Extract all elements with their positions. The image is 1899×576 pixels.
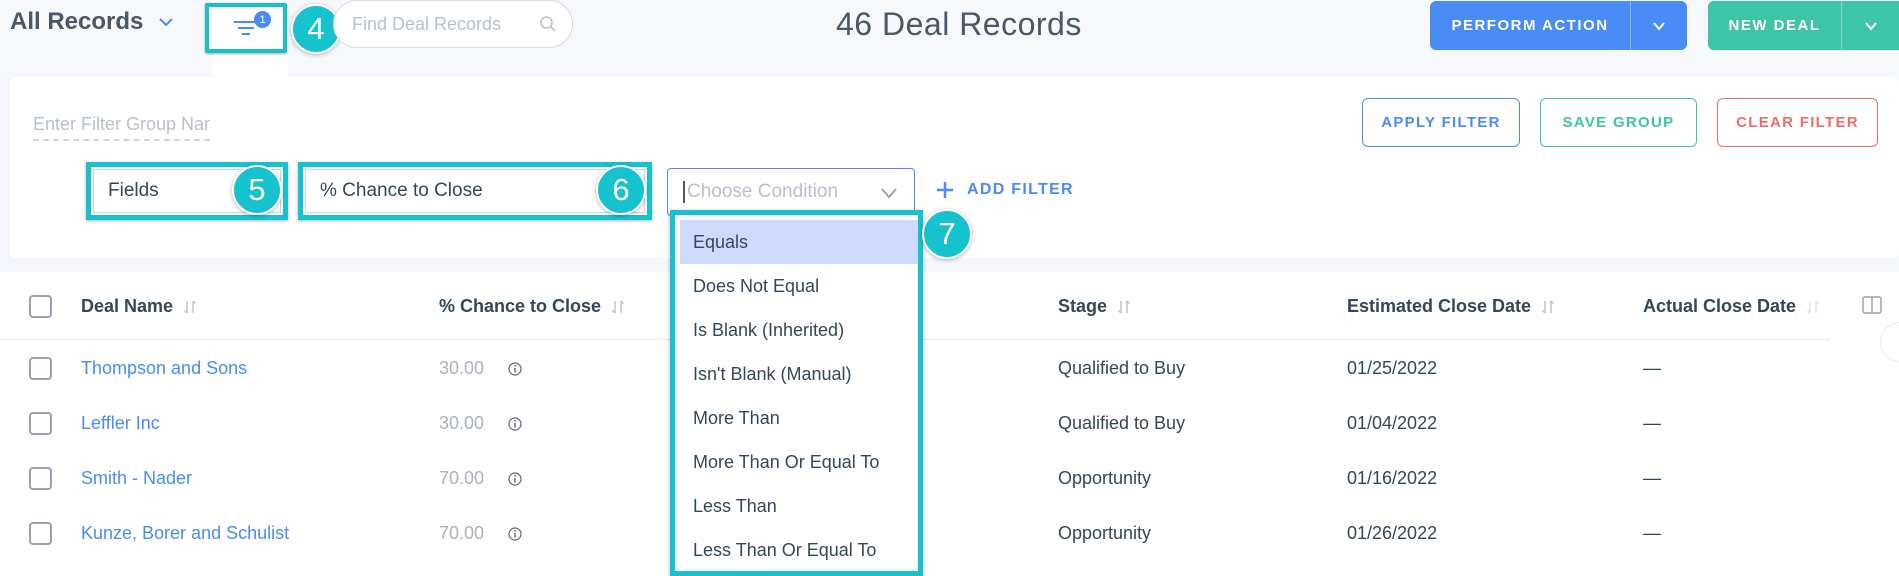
actual-close-date-value: — [1643, 523, 1661, 543]
actual-close-date-value: — [1643, 468, 1661, 488]
sort-icon [184, 300, 197, 313]
row-checkbox[interactable] [29, 467, 52, 490]
clear-filter-button[interactable]: CLEAR FILTER [1717, 98, 1878, 147]
condition-option-isnt-blank[interactable]: Isn't Blank (Manual) [680, 352, 918, 396]
field-select-value: % Chance to Close [320, 180, 483, 201]
estimated-close-date-value: 01/26/2022 [1347, 523, 1438, 543]
apply-filter-button[interactable]: APPLY FILTER [1362, 98, 1520, 147]
view-selector[interactable]: All Records [10, 8, 175, 36]
filter-toggle-button[interactable]: 1 [205, 3, 287, 53]
chance-value: 70.00 [439, 523, 485, 543]
condition-option-does-not-equal[interactable]: Does Not Equal [680, 264, 918, 308]
new-deal-button[interactable]: NEW DEAL [1708, 1, 1841, 50]
column-header-label: Deal Name [81, 296, 174, 316]
new-deal-button-group: NEW DEAL [1708, 1, 1899, 50]
condition-option-is-blank[interactable]: Is Blank (Inherited) [680, 308, 918, 352]
chevron-down-icon [1864, 21, 1877, 31]
callout-badge-6: 6 [596, 165, 646, 215]
chance-value: 70.00 [439, 468, 485, 488]
callout-badge-7: 7 [922, 209, 972, 259]
condition-select-placeholder: Choose Condition [683, 181, 838, 203]
stage-value: Opportunity [1058, 523, 1152, 543]
select-all-checkbox[interactable] [29, 295, 52, 318]
page-title: 46 Deal Records [836, 6, 1082, 42]
stage-value: Opportunity [1058, 468, 1152, 488]
deal-name-link[interactable]: Smith - Nader [81, 468, 192, 489]
view-selector-label: All Records [10, 8, 144, 35]
sort-icon [1807, 300, 1820, 313]
estimated-close-date-value: 01/25/2022 [1347, 358, 1438, 378]
fields-select-value: Fields [108, 180, 159, 201]
add-filter-label: ADD FILTER [967, 181, 1074, 198]
add-filter-button[interactable]: ADD FILTER [935, 180, 1074, 200]
deal-name-link[interactable]: Kunze, Borer and Schulist [81, 523, 289, 544]
chevron-down-icon [881, 188, 897, 199]
estimated-close-date-value: 01/04/2022 [1347, 413, 1438, 433]
column-header-deal-name[interactable]: Deal Name [81, 296, 197, 317]
sort-icon [1542, 300, 1555, 313]
sort-icon [612, 300, 625, 313]
condition-option-more-than[interactable]: More Than [680, 396, 918, 440]
search-icon [540, 16, 556, 32]
plus-icon [937, 182, 953, 198]
actual-close-date-value: — [1643, 358, 1661, 378]
column-header-stage[interactable]: Stage [1058, 296, 1131, 317]
save-group-button[interactable]: SAVE GROUP [1540, 98, 1697, 147]
row-checkbox[interactable] [29, 522, 52, 545]
column-header-actual-close-date[interactable]: Actual Close Date [1643, 296, 1820, 317]
perform-action-button[interactable]: PERFORM ACTION [1430, 1, 1630, 50]
condition-option-equals[interactable]: Equals [680, 220, 918, 264]
search-box[interactable] [333, 0, 573, 48]
chevron-down-icon [1653, 21, 1665, 31]
field-select[interactable]: % Chance to Close [305, 169, 645, 213]
condition-option-more-than-or-equal[interactable]: More Than Or Equal To [680, 440, 918, 484]
condition-option-less-than-or-equal[interactable]: Less Than Or Equal To [680, 528, 918, 572]
column-header-estimated-close-date[interactable]: Estimated Close Date [1347, 296, 1555, 317]
deal-name-link[interactable]: Thompson and Sons [81, 358, 247, 379]
stage-value: Qualified to Buy [1058, 413, 1186, 433]
info-icon[interactable] [508, 527, 522, 541]
filter-group-name-input[interactable] [33, 109, 210, 141]
info-icon[interactable] [508, 417, 522, 431]
callout-badge-5: 5 [232, 165, 282, 215]
perform-action-dropdown-button[interactable] [1630, 1, 1687, 50]
column-header-chance[interactable]: % Chance to Close [439, 296, 625, 317]
row-checkbox[interactable] [29, 357, 52, 380]
chance-value: 30.00 [439, 413, 485, 433]
estimated-close-date-value: 01/16/2022 [1347, 468, 1438, 488]
row-checkbox[interactable] [29, 412, 52, 435]
search-input[interactable] [352, 13, 537, 35]
condition-option-less-than[interactable]: Less Than [680, 484, 918, 528]
info-icon[interactable] [508, 362, 522, 376]
info-icon[interactable] [508, 472, 522, 486]
column-header-label: % Chance to Close [439, 296, 602, 316]
sort-icon [1118, 300, 1131, 313]
perform-action-button-group: PERFORM ACTION [1430, 1, 1687, 50]
chance-value: 30.00 [439, 358, 485, 378]
stage-value: Qualified to Buy [1058, 358, 1186, 378]
column-header-label: Estimated Close Date [1347, 296, 1532, 316]
condition-select[interactable]: Choose Condition [667, 168, 915, 216]
new-deal-dropdown-button[interactable] [1841, 1, 1899, 50]
deal-name-link[interactable]: Leffler Inc [81, 413, 160, 434]
column-header-label: Stage [1058, 296, 1108, 316]
column-header-label: Actual Close Date [1643, 296, 1797, 316]
filter-count-badge: 1 [254, 11, 271, 28]
actual-close-date-value: — [1643, 413, 1661, 433]
chevron-down-icon [159, 18, 174, 27]
condition-dropdown-menu: Equals Does Not Equal Is Blank (Inherite… [670, 210, 923, 576]
columns-icon[interactable] [1862, 296, 1882, 314]
